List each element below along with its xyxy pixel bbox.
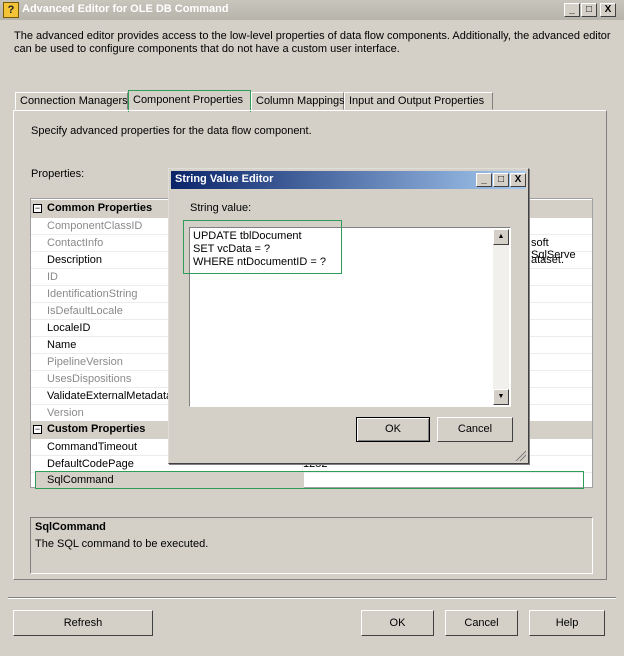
property-name: CommandTimeout — [47, 441, 138, 453]
property-name: UsesDispositions — [47, 373, 132, 385]
property-name: SqlCommand — [47, 474, 114, 486]
close-button[interactable]: X — [600, 3, 616, 17]
property-name: LocaleID — [47, 322, 91, 334]
dialog-close-button[interactable]: X — [510, 173, 526, 187]
string-value-label: String value: — [190, 202, 252, 214]
scroll-down-icon[interactable]: ▼ — [493, 389, 509, 405]
help-text: The SQL command to be executed. — [35, 538, 209, 550]
window-title: Advanced Editor for OLE DB Command — [22, 3, 229, 15]
tab-connection-managers[interactable]: Connection Managers — [15, 92, 128, 110]
property-row-sqlcommand[interactable]: SqlCommand — [35, 471, 584, 489]
property-name: ID — [47, 271, 58, 283]
property-name: ComponentClassID — [47, 220, 143, 232]
editor-description: The advanced editor provides access to t… — [14, 30, 611, 55]
help-panel: SqlCommand The SQL command to be execute… — [30, 517, 593, 574]
dialog-ok-button[interactable]: OK — [356, 417, 430, 442]
ok-button[interactable]: OK — [361, 610, 434, 636]
property-name: IsDefaultLocale — [47, 305, 123, 317]
property-name: Name — [47, 339, 77, 351]
minimize-button[interactable]: _ — [564, 3, 580, 17]
category-label: Custom Properties — [47, 423, 146, 435]
help-button[interactable]: Help — [529, 610, 605, 636]
title-bar: ? Advanced Editor for OLE DB Command _ □… — [0, 0, 624, 20]
dialog-minimize-button[interactable]: _ — [476, 173, 492, 187]
tab-input-output-properties[interactable]: Input and Output Properties — [344, 92, 493, 110]
property-name: IdentificationString — [47, 288, 138, 300]
dialog-title: String Value Editor — [175, 173, 274, 185]
tab-component-properties[interactable]: Component Properties — [128, 90, 251, 112]
property-value: ataset. — [531, 254, 565, 266]
string-value-editor-dialog: String Value Editor _ □ X String value: … — [168, 168, 529, 464]
highlight-box — [183, 220, 342, 274]
tab-column-mappings[interactable]: Column Mappings — [251, 92, 345, 110]
help-title: SqlCommand — [35, 521, 106, 533]
collapse-icon[interactable]: − — [33, 204, 42, 213]
property-name: Version — [47, 407, 84, 419]
resize-grip-icon[interactable] — [514, 449, 526, 461]
property-name: ValidateExternalMetadata — [47, 390, 173, 402]
category-label: Common Properties — [47, 202, 153, 214]
property-name: ContactInfo — [47, 237, 104, 249]
scroll-up-icon[interactable]: ▲ — [493, 229, 509, 245]
divider — [8, 597, 616, 598]
cancel-button[interactable]: Cancel — [445, 610, 518, 636]
dialog-maximize-button[interactable]: □ — [493, 173, 509, 187]
property-name: DefaultCodePage — [47, 458, 134, 470]
vertical-scrollbar[interactable]: ▲ ▼ — [493, 229, 509, 405]
properties-label: Properties: — [31, 168, 85, 180]
dialog-cancel-button[interactable]: Cancel — [437, 417, 513, 442]
property-name: PipelineVersion — [47, 356, 123, 368]
panel-title: Specify advanced properties for the data… — [31, 125, 312, 137]
maximize-button[interactable]: □ — [581, 3, 597, 17]
property-name: Description — [47, 254, 103, 266]
dialog-title-bar: String Value Editor _ □ X — [171, 171, 526, 189]
app-icon: ? — [3, 2, 19, 18]
collapse-icon[interactable]: − — [33, 425, 42, 434]
refresh-button[interactable]: Refresh — [13, 610, 153, 636]
